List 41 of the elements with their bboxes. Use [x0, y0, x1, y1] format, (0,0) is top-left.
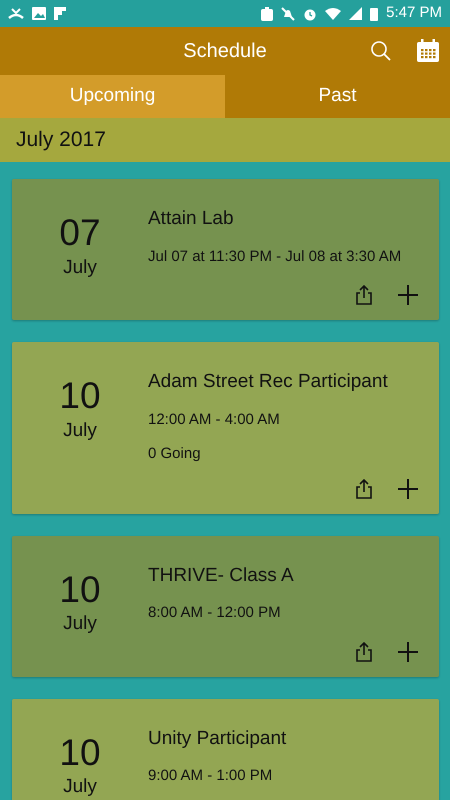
- month-header: July 2017: [16, 127, 106, 154]
- notification-icon: [261, 6, 274, 20]
- event-card[interactable]: 10 July Unity Participant 9:00 AM - 1:00 PM: [12, 698, 439, 800]
- status-time: 5:47 PM: [386, 3, 442, 24]
- tab[interactable]: Past: [225, 75, 450, 118]
- event-time: 12:00 AM - 4:00 AM: [148, 410, 281, 430]
- going-count: 0 Going: [148, 444, 202, 464]
- missed-call-icon: [8, 6, 24, 20]
- event-time: 8:00 AM - 12:00 PM: [148, 603, 282, 623]
- screen-title: Schedule: [183, 39, 267, 64]
- event-day: 07: [59, 213, 101, 254]
- add-button[interactable]: [397, 640, 419, 662]
- search-button[interactable]: [370, 40, 392, 62]
- share-button[interactable]: [355, 478, 373, 498]
- battery-icon: [370, 6, 378, 20]
- add-button[interactable]: [397, 284, 419, 306]
- mute-icon: [281, 6, 296, 20]
- event-day: 10: [59, 376, 101, 417]
- image-icon: [32, 7, 46, 20]
- event-time: 9:00 AM - 1:00 PM: [148, 766, 274, 786]
- event-month: July: [63, 418, 97, 443]
- event-card[interactable]: 10 July Adam Street Rec Participant 12:00 AM - 4:00 AM 0 Going: [12, 342, 439, 514]
- event-month: July: [63, 775, 97, 800]
- calendar-button[interactable]: [416, 39, 440, 63]
- event-month: July: [63, 256, 97, 280]
- event-title: THRIVE- Class A: [148, 564, 295, 588]
- event-card[interactable]: 10 July THRIVE- Class A 8:00 AM - 12:00 PM: [12, 536, 439, 676]
- event-day: 10: [59, 732, 101, 774]
- share-button[interactable]: [355, 642, 373, 662]
- alarm-icon: [303, 6, 318, 20]
- event-month: July: [63, 612, 97, 636]
- event-time: Jul 07 at 11:30 PM - Jul 08 at 3:30 AM: [148, 246, 402, 266]
- event-card[interactable]: 07 July Attain Lab Jul 07 at 11:30 PM - Jul 08 at 3:30 AM: [12, 179, 439, 320]
- add-button[interactable]: [397, 478, 419, 500]
- event-title: Attain Lab: [148, 207, 235, 231]
- signal-icon: [349, 7, 362, 20]
- event-title: Adam Street Rec Participant: [148, 370, 389, 394]
- share-button[interactable]: [355, 285, 373, 305]
- event-title: Unity Participant: [148, 726, 288, 750]
- wifi-icon: [325, 8, 342, 20]
- event-day: 10: [59, 570, 101, 610]
